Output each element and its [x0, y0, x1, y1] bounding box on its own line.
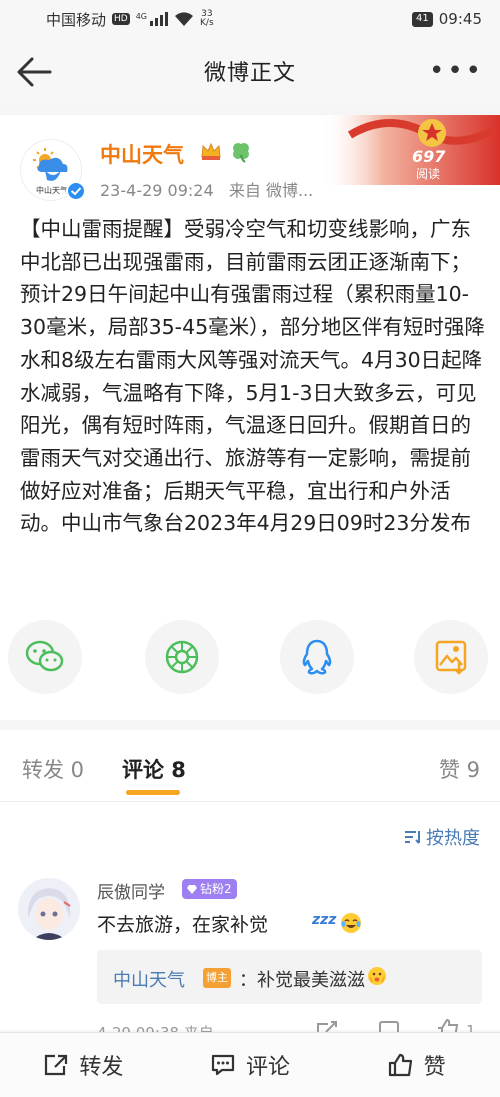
yummy-emoji-icon [368, 967, 386, 985]
comment-text: 不去旅游，在家补觉 [97, 914, 269, 936]
laugh-cry-emoji-icon [341, 913, 361, 933]
read-label: 阅读 [416, 167, 441, 181]
svg-text:中山天气: 中山天气 [36, 185, 68, 195]
share-qq-button[interactable] [280, 620, 354, 694]
carrier-label: 中国移动 [46, 10, 107, 29]
bottom-action-bar: 转发 评论 赞 [0, 1032, 500, 1097]
comment-button[interactable]: 评论 [167, 1033, 334, 1097]
verified-badge-icon [66, 181, 86, 201]
repost-label: 转发 [79, 1055, 124, 1080]
comment-icon [211, 1054, 235, 1076]
comment-label: 评论 [246, 1055, 291, 1080]
repost-button[interactable]: 转发 [0, 1033, 167, 1097]
post-meta: 23-4-29 09:24 来自 微博... [100, 177, 313, 201]
tab-indicator [126, 790, 180, 795]
back-arrow-icon[interactable] [14, 52, 54, 92]
sort-label: 按热度 [426, 828, 480, 849]
post-card: 697 阅读 中山天气 中山天气 23-4-29 09:24 来自 微博... … [0, 115, 500, 720]
author-name[interactable]: 中山天气 [100, 139, 184, 169]
crown-icon [201, 142, 221, 160]
comments-section: 转发 0 评论 8 赞 9 按热度 辰傲同学 钻粉2 不去旅游，在家补觉 zzz… [0, 730, 500, 1042]
share-wechat-button[interactable] [8, 620, 82, 694]
repost-icon [45, 1054, 68, 1076]
nav-bar: 微博正文 ••• [0, 38, 500, 104]
reply-box[interactable]: 中山天气 博主 ：补觉最美滋滋 [97, 950, 482, 1004]
post-timestamp: 23-4-29 09:24 [100, 181, 214, 200]
blogger-badge: 博主 [203, 968, 231, 988]
wifi-icon [175, 12, 194, 26]
banner-decoration [320, 115, 500, 185]
read-count: 697 [412, 147, 446, 166]
tab-likes[interactable]: 赞 9 [439, 754, 480, 784]
qq-icon [302, 639, 332, 675]
fan-badge: 钻粉2 [182, 879, 237, 899]
reply-text: ：补觉最美滋滋 [239, 970, 365, 991]
anime-avatar-icon [18, 878, 80, 940]
hd-badge: HD [112, 13, 130, 25]
sleep-zzz-icon: zzz [312, 912, 337, 928]
sort-button[interactable]: 按热度 [404, 824, 480, 850]
tab-comments[interactable]: 评论 8 [122, 754, 186, 784]
network-speed: 33 K/s [200, 9, 214, 28]
like-label: 赞 [423, 1055, 446, 1080]
page-title: 微博正文 [203, 61, 296, 86]
share-moments-button[interactable] [145, 620, 219, 694]
post-source: 来自 微博... [228, 181, 314, 200]
clover-icon [233, 143, 249, 163]
post-body: 【中山雷雨提醒】受弱冷空气和切变线影响，广东中北部已出现强雷雨，目前雷雨云团正逐… [20, 217, 485, 536]
commenter-avatar[interactable] [18, 878, 80, 940]
more-dots-icon[interactable]: ••• [429, 56, 484, 86]
signal-icon: 4G [135, 12, 169, 26]
moments-icon [165, 640, 199, 674]
diamond-icon [187, 884, 197, 894]
tab-repost[interactable]: 转发 0 [22, 754, 84, 784]
battery-icon: 41 [412, 11, 433, 27]
save-image-button[interactable] [414, 620, 488, 694]
tab-row: 转发 0 评论 8 赞 9 [0, 730, 500, 802]
wechat-icon [25, 640, 64, 672]
clock: 09:45 [438, 10, 482, 28]
status-bar: 中国移动 HD 4G 33 K/s 41 09:45 [0, 0, 500, 38]
sort-icon [405, 831, 420, 844]
commenter-name[interactable]: 辰傲同学 [97, 878, 165, 903]
share-row [0, 620, 500, 700]
thumbs-up-icon [388, 1053, 412, 1077]
like-button[interactable]: 赞 [333, 1033, 500, 1097]
network-type: 4G [135, 12, 148, 21]
reply-author[interactable]: 中山天气 [113, 966, 185, 992]
save-image-icon [435, 640, 467, 675]
